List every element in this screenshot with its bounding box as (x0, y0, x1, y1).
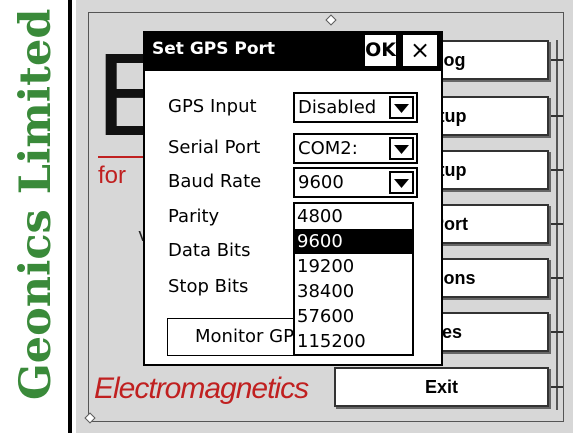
chevron-down-icon[interactable] (389, 171, 414, 194)
monitor-gps-button[interactable]: Monitor GPS (167, 318, 294, 356)
baud-option-selected[interactable]: 9600 (295, 229, 412, 254)
menu-tick (551, 169, 563, 171)
chevron-down-icon[interactable] (389, 96, 414, 119)
baud-option[interactable]: 19200 (295, 254, 412, 279)
logo-rule (98, 156, 143, 158)
tagline-electromagnetics: Electromagnetics (94, 372, 309, 405)
stop-bits-label: Stop Bits (168, 276, 249, 297)
menu-tick (551, 386, 563, 388)
chevron-down-icon[interactable] (389, 137, 414, 160)
menu-connector-line (556, 40, 558, 410)
baud-option[interactable]: 4800 (295, 204, 412, 229)
menu-tick (551, 115, 563, 117)
baud-rate-dropdown-list: 4800 9600 19200 38400 57600 115200 (293, 202, 414, 356)
serial-port-value: COM2: (298, 138, 358, 159)
gps-input-value: Disabled (298, 97, 377, 118)
ok-button[interactable]: OK (364, 34, 397, 67)
data-bits-label: Data Bits (168, 240, 251, 261)
gps-input-select[interactable]: Disabled (293, 92, 418, 123)
menu-tick (551, 331, 563, 333)
gps-input-label: GPS Input (168, 96, 257, 117)
baud-option[interactable]: 115200 (295, 329, 412, 354)
baud-rate-select[interactable]: 9600 (293, 167, 418, 198)
baud-option[interactable]: 57600 (295, 304, 412, 329)
parity-label: Parity (168, 206, 220, 227)
serial-port-select[interactable]: COM2: (293, 133, 418, 164)
close-button[interactable]: × (402, 34, 438, 67)
serial-port-label: Serial Port (168, 137, 261, 158)
brand-name: Geonics Limited (11, 8, 61, 400)
menu-tick (551, 59, 563, 61)
menu-tick (551, 277, 563, 279)
baud-rate-label: Baud Rate (168, 171, 262, 192)
baud-option[interactable]: 38400 (295, 279, 412, 304)
dialog-title: Set GPS Port (152, 39, 276, 59)
menu-tick (551, 223, 563, 225)
menu-button-exit[interactable]: Exit (334, 367, 549, 407)
baud-rate-value: 9600 (298, 172, 344, 193)
